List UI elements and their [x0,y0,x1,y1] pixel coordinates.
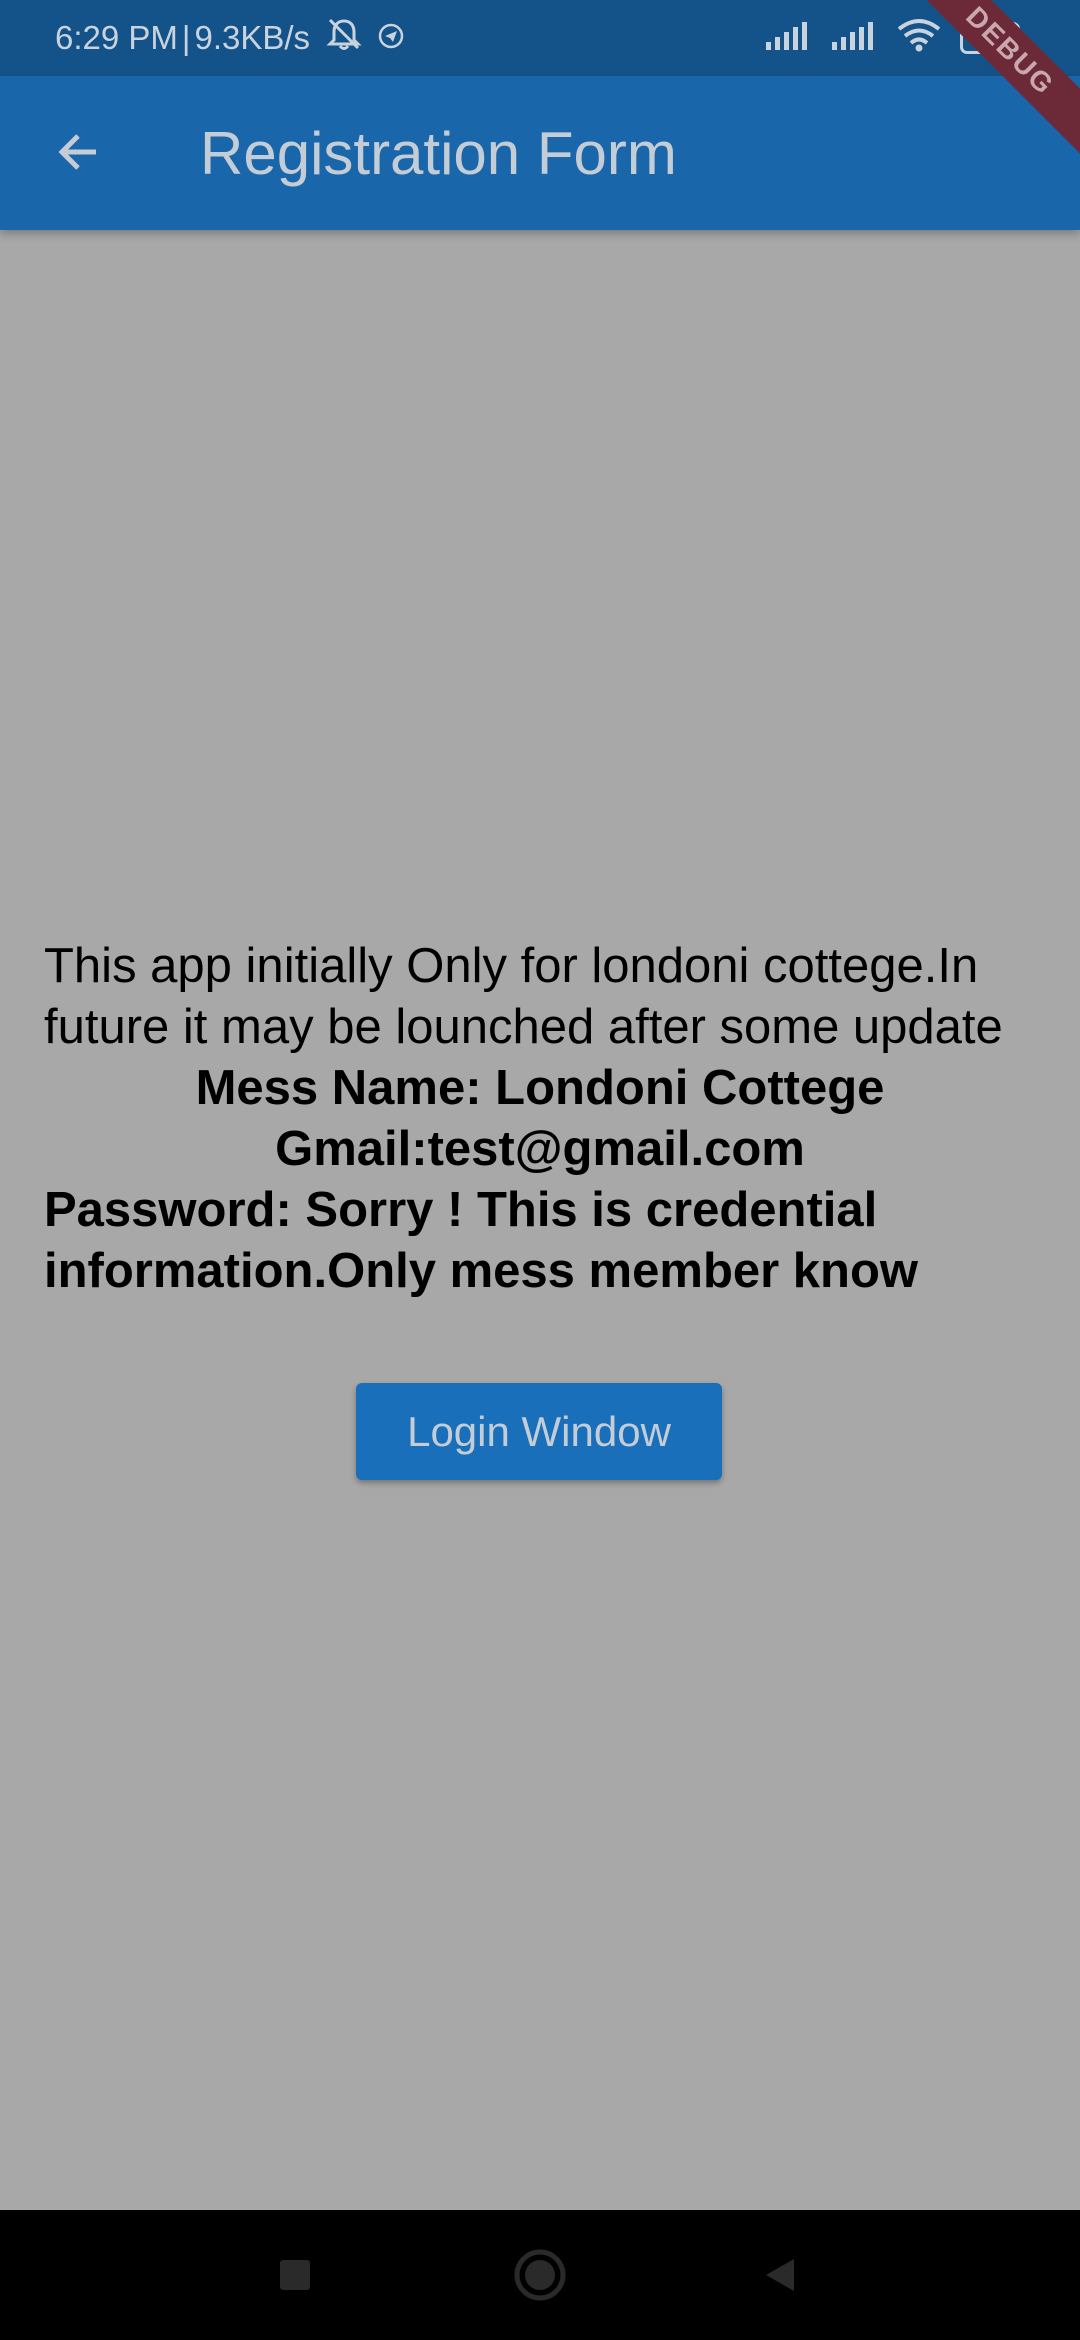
status-time: 6:29 PM [55,19,178,56]
intro-text: This app initially Only for londoni cott… [44,939,1003,1054]
signal-icon [830,20,878,55]
gmail-text: Gmail:test@gmail.com [275,1122,805,1176]
page-title: Registration Form [200,120,677,187]
password-text: Password: Sorry ! This is credential inf… [44,1183,919,1298]
back-icon[interactable] [745,2240,815,2310]
recent-apps-icon[interactable] [260,2240,330,2310]
arrow-back-icon [54,128,102,181]
wifi-icon [896,18,942,57]
mute-alarm-icon [324,16,364,60]
main-content: This app initially Only for londoni cott… [44,936,1044,1302]
login-window-button[interactable]: Login Window [356,1383,722,1480]
status-left: 6:29 PM | 9.3KB/s [55,16,404,60]
nav-bar [0,2210,1080,2340]
status-bar: 6:29 PM | 9.3KB/s DEBUG [0,0,1080,160]
signal-icon [764,20,812,55]
mess-name-text: Mess Name: Londoni Cottege [195,1061,885,1115]
back-button[interactable] [40,116,116,192]
telegram-icon [378,19,404,57]
status-separator: | [181,19,191,56]
screen: 6:29 PM | 9.3KB/s DEBUG Registration For… [0,0,1080,2340]
status-speed: 9.3KB/s [194,19,311,56]
home-icon[interactable] [505,2240,575,2310]
app-bar: Registration Form [0,76,1080,230]
